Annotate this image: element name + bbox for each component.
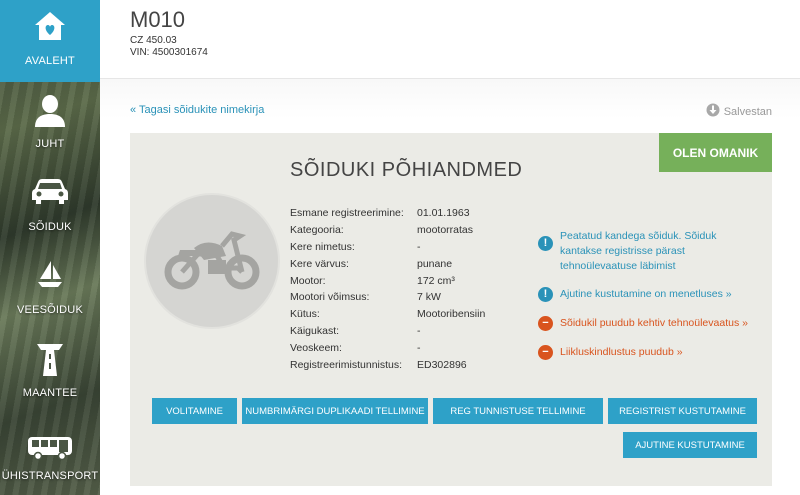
detail-label: Käigukast:	[290, 324, 340, 337]
sailboat-icon	[35, 259, 65, 292]
bus-icon	[27, 435, 73, 464]
detail-value: -	[417, 324, 421, 337]
vehicle-header: M010 CZ 450.03 VIN: 4500301674	[100, 0, 800, 79]
notice-suspended-registration[interactable]: ! Peatatud kandega sõiduk. Sõiduk kantak…	[538, 229, 758, 274]
save-icon	[706, 103, 720, 120]
detail-label: Kere värvus:	[290, 257, 349, 270]
detail-row: Kere värvus: punane	[290, 255, 537, 272]
sidebar-item-uhistransport[interactable]: ÜHISTRANSPORT	[0, 415, 100, 495]
person-icon	[33, 93, 67, 130]
authorization-button[interactable]: VOLITAMINE	[152, 398, 237, 424]
vehicle-model: CZ 450.03	[130, 35, 177, 46]
vehicle-details-list: Esmane registreerimine: 01.01.1963 Katego…	[290, 205, 537, 373]
minus-circle-icon: −	[538, 345, 553, 360]
detail-row: Mootori võimsus: 7 kW	[290, 289, 537, 306]
detail-label: Registreerimistunnistus:	[290, 358, 403, 371]
detail-row: Veoskeem: -	[290, 339, 537, 356]
deregister-button[interactable]: REGISTRIST KUSTUTAMINE	[608, 398, 757, 424]
info-icon: !	[538, 236, 553, 251]
detail-label: Mootor:	[290, 274, 326, 287]
sidebar-item-avaleht[interactable]: AVALEHT	[0, 0, 100, 82]
road-icon	[35, 342, 65, 381]
detail-label: Kere nimetus:	[290, 240, 355, 253]
detail-label: Kategooria:	[290, 224, 344, 237]
notice-text: Ajutine kustutamine on menetluses »	[560, 288, 732, 300]
card-title: SÕIDUKI PÕHIANDMED	[290, 159, 523, 181]
back-to-vehicle-list-link[interactable]: « Tagasi sõidukite nimekirja	[130, 104, 264, 116]
save-label: Salvestan	[723, 105, 772, 118]
notice-text: Peatatud kandega sõiduk. Sõiduk kantakse…	[560, 230, 717, 272]
detail-value: Mootoribensiin	[417, 308, 486, 321]
motorcycle-icon	[164, 228, 260, 295]
detail-row: Registreerimistunnistus: ED302896	[290, 356, 537, 373]
sidebar-item-label: ÜHISTRANSPORT	[1, 470, 99, 482]
vehicle-image	[144, 193, 280, 329]
detail-value: 172 cm³	[417, 274, 455, 287]
registration-plate: M010	[130, 7, 186, 32]
detail-row: Mootor: 172 cm³	[290, 272, 537, 289]
detail-value: ED302896	[417, 358, 467, 371]
order-plate-duplicate-button[interactable]: NUMBRIMÄRGI DUPLIKAADI TELLIMINE	[242, 398, 428, 424]
detail-label: Kütus:	[290, 308, 320, 321]
detail-value: -	[417, 240, 421, 253]
sidebar-item-label: JUHT	[35, 138, 65, 150]
home-heart-icon	[33, 10, 67, 45]
notice-text: Sõidukil puudub kehtiv tehnoülevaatus »	[560, 317, 748, 329]
detail-value: mootorratas	[417, 224, 474, 237]
detail-row: Kütus: Mootoribensiin	[290, 306, 537, 323]
detail-row: Käigukast: -	[290, 323, 537, 340]
detail-label: Esmane registreerimine:	[290, 207, 404, 220]
detail-label: Mootori võimsus:	[290, 291, 370, 304]
notice-text: Liikluskindlustus puudub »	[560, 346, 683, 358]
sidebar-item-maantee[interactable]: MAANTEE	[0, 332, 100, 414]
notice-temporary-deletion-link[interactable]: ! Ajutine kustutamine on menetluses »	[538, 287, 732, 302]
car-icon	[31, 176, 69, 209]
order-registration-certificate-button[interactable]: REG TUNNISTUSE TELLIMINE	[433, 398, 603, 424]
notice-no-inspection-link[interactable]: − Sõidukil puudub kehtiv tehnoülevaatus …	[538, 316, 748, 331]
detail-value: 01.01.1963	[417, 207, 470, 220]
minus-circle-icon: −	[538, 316, 553, 331]
detail-value: punane	[417, 257, 453, 270]
detail-row: Kere nimetus: -	[290, 239, 537, 256]
sidebar-item-veesoiduk[interactable]: VEESÕIDUK	[0, 249, 100, 331]
detail-row: Kategooria: mootorratas	[290, 222, 537, 239]
detail-value: 7 kW	[417, 291, 441, 304]
sidebar-item-label: MAANTEE	[22, 387, 78, 399]
sidebar-item-label: VEESÕIDUK	[17, 304, 83, 316]
save-status: Salvestan	[706, 103, 772, 120]
detail-value: -	[417, 341, 421, 354]
info-icon: !	[538, 287, 553, 302]
sidebar-item-soiduk[interactable]: SÕIDUK	[0, 166, 100, 248]
notice-no-insurance-link[interactable]: − Liikluskindlustus puudub »	[538, 345, 683, 360]
vehicle-info-card: OLEN OMANIK SÕIDUKI PÕHIANDMED Esmane re…	[130, 133, 772, 486]
sidebar-item-label: SÕIDUK	[28, 221, 72, 233]
main-content: « Tagasi sõidukite nimekirja Salvestan O…	[100, 79, 800, 495]
vehicle-vin: VIN: 4500301674	[130, 47, 208, 58]
detail-label: Veoskeem:	[290, 341, 342, 354]
sidebar-item-juht[interactable]: JUHT	[0, 83, 100, 165]
sidebar: AVALEHT JUHT SÕIDUK VEESÕIDUK MAANTEE ÜH…	[0, 0, 100, 495]
temporary-deregister-button[interactable]: AJUTINE KUSTUTAMINE	[623, 432, 757, 458]
sidebar-item-label: AVALEHT	[25, 55, 75, 67]
i-am-owner-button[interactable]: OLEN OMANIK	[659, 133, 772, 172]
detail-row: Esmane registreerimine: 01.01.1963	[290, 205, 537, 222]
